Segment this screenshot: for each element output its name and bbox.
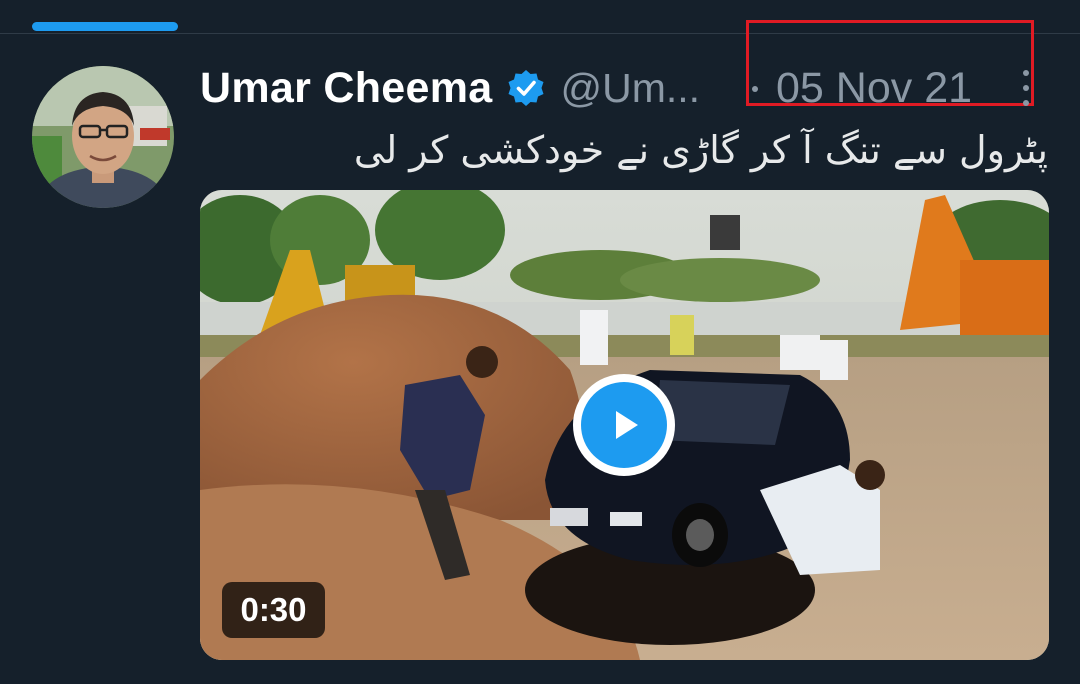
video-thumbnail[interactable]: 0:30 (200, 190, 1049, 660)
avatar-photo (32, 66, 174, 208)
play-icon (581, 382, 667, 468)
video-duration-badge: 0:30 (222, 582, 325, 638)
tweet-text: پٹرول سے تنگ آ کر گاڑی نے خودکشی کر لی (353, 128, 1048, 172)
more-options-icon[interactable] (1012, 66, 1040, 110)
play-button[interactable] (573, 374, 675, 476)
verified-badge-icon (506, 68, 546, 108)
annotation-highlight-box (746, 20, 1034, 106)
display-name[interactable]: Umar Cheema (200, 64, 492, 113)
user-handle[interactable]: @Um... (560, 65, 700, 112)
avatar[interactable] (32, 66, 174, 208)
active-tab-indicator (32, 22, 178, 31)
tweet-header: Umar Cheema @Um... (200, 58, 700, 118)
